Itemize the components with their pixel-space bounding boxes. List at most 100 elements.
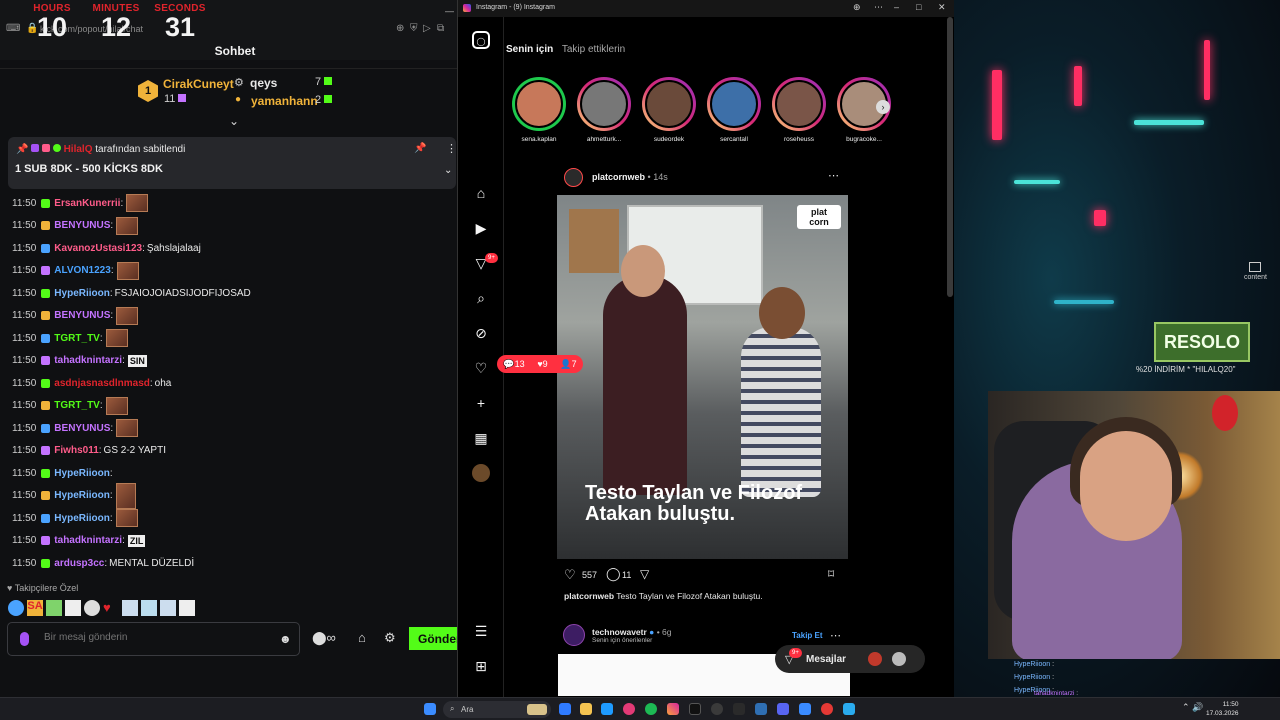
- message-username[interactable]: TGRT_TV: [54, 333, 100, 344]
- store-icon[interactable]: [601, 703, 613, 715]
- chat-message[interactable]: 11:50 asdnjasnasdlnmasd: oha: [12, 372, 171, 394]
- chat-message[interactable]: 11:50 HypeRiioon: FSJAIOJOIADSIJODFIJOSAD: [12, 282, 251, 304]
- post-username[interactable]: platcornweb: [592, 172, 645, 182]
- explore-icon[interactable]: ⊘: [472, 324, 490, 342]
- message-username[interactable]: HypeRiioon: [54, 288, 110, 299]
- message-username[interactable]: Fiwhs011: [54, 445, 98, 456]
- notification-pill[interactable]: 💬13 ♥9 👤7: [497, 355, 583, 373]
- message-username[interactable]: HypeRiioon: [54, 490, 110, 501]
- close-icon[interactable]: ✕: [938, 2, 946, 13]
- app-icon[interactable]: [623, 703, 635, 715]
- message-username[interactable]: tahadknintarzi: [54, 355, 122, 366]
- post-more-icon[interactable]: ⋯: [828, 169, 839, 182]
- play-icon[interactable]: ▷: [423, 23, 431, 34]
- tab-for-you[interactable]: Senin için: [506, 44, 553, 55]
- instagram-taskbar-icon[interactable]: [667, 703, 679, 715]
- system-clock[interactable]: 11:50 17.03.2026: [1206, 700, 1239, 718]
- post2-username[interactable]: technowavetr: [592, 627, 647, 637]
- home-icon[interactable]: ⌂: [472, 184, 490, 202]
- settings-icon[interactable]: ⚙: [384, 630, 396, 646]
- reels-icon[interactable]: ▶: [472, 219, 490, 237]
- chat-message[interactable]: 11:50 HypeRiioon:: [12, 507, 138, 529]
- message-username[interactable]: ALVON1223: [54, 265, 111, 276]
- tray-icons[interactable]: ⌃ 🔊: [1182, 702, 1203, 713]
- search-icon[interactable]: ⌕: [472, 289, 490, 307]
- comment-icon[interactable]: ◯: [606, 566, 621, 582]
- post2-avatar[interactable]: [563, 624, 585, 646]
- menu-icon[interactable]: ☰: [472, 622, 490, 640]
- message-username[interactable]: BENYUNUS: [54, 310, 110, 321]
- taskbar-search[interactable]: ⌕ Ara: [443, 701, 551, 718]
- emote-icon[interactable]: [8, 600, 24, 616]
- emote-icon[interactable]: [122, 600, 138, 616]
- shield-icon[interactable]: ⛨: [410, 23, 418, 34]
- chat-message[interactable]: 11:50 TGRT_TV:: [12, 395, 128, 417]
- unpin-icon[interactable]: 📌: [414, 143, 426, 154]
- discord-icon[interactable]: [777, 703, 789, 715]
- microphone-icon[interactable]: [20, 632, 29, 646]
- heart-emote-icon[interactable]: ♥: [103, 600, 119, 616]
- key-icon[interactable]: ⌨: [6, 23, 20, 34]
- heart-icon[interactable]: ♡: [472, 359, 490, 377]
- message-username[interactable]: BENYUNUS: [54, 220, 110, 231]
- app-icon[interactable]: [755, 703, 767, 715]
- message-username[interactable]: BENYUNUS: [54, 423, 110, 434]
- message-username[interactable]: HypeRiioon: [54, 468, 110, 479]
- story[interactable]: roseheuss: [772, 77, 826, 143]
- pinned-by-user[interactable]: HilalQ: [64, 144, 93, 155]
- message-username[interactable]: HypeRiioon: [54, 513, 110, 524]
- tab-following[interactable]: Takip ettiklerin: [562, 44, 625, 55]
- chat-message[interactable]: 11:50 BENYUNUS:: [12, 215, 139, 237]
- chat-message[interactable]: 11:50 tahadknintarzi: SIN: [12, 350, 147, 372]
- spotify-icon[interactable]: [645, 703, 657, 715]
- maximize-icon[interactable]: □: [916, 2, 921, 12]
- start-icon[interactable]: [424, 703, 436, 715]
- emote-icon[interactable]: [160, 600, 176, 616]
- app-icon[interactable]: [711, 703, 723, 715]
- chat-message[interactable]: 11:50 KavanozUstasi123: Şahslajalaaj: [12, 237, 201, 259]
- scrollbar[interactable]: [947, 17, 953, 297]
- chat-message[interactable]: 11:50 HypeRiioon:: [12, 482, 136, 509]
- chat-message[interactable]: 11:50 TGRT_TV:: [12, 327, 128, 349]
- zoom-icon[interactable]: ⊕: [853, 2, 861, 13]
- message-username[interactable]: ErsanKunerrii: [54, 198, 120, 209]
- leader-name[interactable]: CirakCuneyt: [163, 77, 234, 91]
- chat-message[interactable]: 11:50 Fiwhs011: GS 2-2 YAPTI: [12, 440, 166, 462]
- minimize-icon[interactable]: —: [445, 6, 454, 16]
- bookmark-icon[interactable]: ⌑: [828, 567, 834, 581]
- pinned-message[interactable]: 📌 HilalQ tarafından sabitlendi 1 SUB 8DK…: [8, 137, 457, 189]
- emote-icon[interactable]: SA: [27, 600, 43, 616]
- emote-icon[interactable]: [141, 600, 157, 616]
- chat-message[interactable]: 11:50 HypeRiioon:: [12, 462, 113, 484]
- message-input[interactable]: [42, 631, 262, 644]
- file-explorer-icon[interactable]: [580, 703, 592, 715]
- obs-icon[interactable]: [821, 703, 833, 715]
- message-username[interactable]: KavanozUstasi123: [54, 243, 142, 254]
- story[interactable]: sena.kaplan: [512, 77, 566, 143]
- message-username[interactable]: asdnjasnasdlnmasd: [54, 378, 150, 389]
- message-box[interactable]: ☻: [7, 622, 300, 656]
- chat-message[interactable]: 11:50 tahadknintarzi: ZIL: [12, 530, 146, 552]
- copilot-icon[interactable]: [559, 703, 571, 715]
- messages-button[interactable]: ▽ 9+ Mesajlar: [775, 645, 925, 673]
- gift-icon[interactable]: ⬤∞: [312, 630, 336, 646]
- message-username[interactable]: tahadknintarzi: [54, 535, 122, 546]
- app-icon[interactable]: [799, 703, 811, 715]
- app-icon[interactable]: [733, 703, 745, 715]
- apps-icon[interactable]: ⊞: [472, 657, 490, 675]
- tiktok-icon[interactable]: [689, 703, 701, 715]
- chat-message[interactable]: 11:50 ardusp3cc: MENTAL DÜZELDİ: [12, 552, 194, 574]
- message-username[interactable]: TGRT_TV: [54, 400, 100, 411]
- message-username[interactable]: ardusp3cc: [54, 558, 104, 569]
- create-icon[interactable]: +: [472, 394, 490, 412]
- store-icon[interactable]: ⌂: [358, 630, 366, 645]
- story[interactable]: sudeordek: [642, 77, 696, 143]
- extension-icon[interactable]: ⧉: [437, 23, 444, 34]
- minimize-icon[interactable]: –: [894, 2, 899, 12]
- story[interactable]: sercantall: [707, 77, 761, 143]
- telegram-icon[interactable]: [843, 703, 855, 715]
- emote-icon[interactable]: [65, 600, 81, 616]
- share-icon[interactable]: ▽: [640, 567, 649, 581]
- post-image[interactable]: plat corn Testo Taylan ve Filozof Atakan …: [557, 195, 848, 559]
- chevron-down-icon[interactable]: ⌄: [444, 165, 452, 176]
